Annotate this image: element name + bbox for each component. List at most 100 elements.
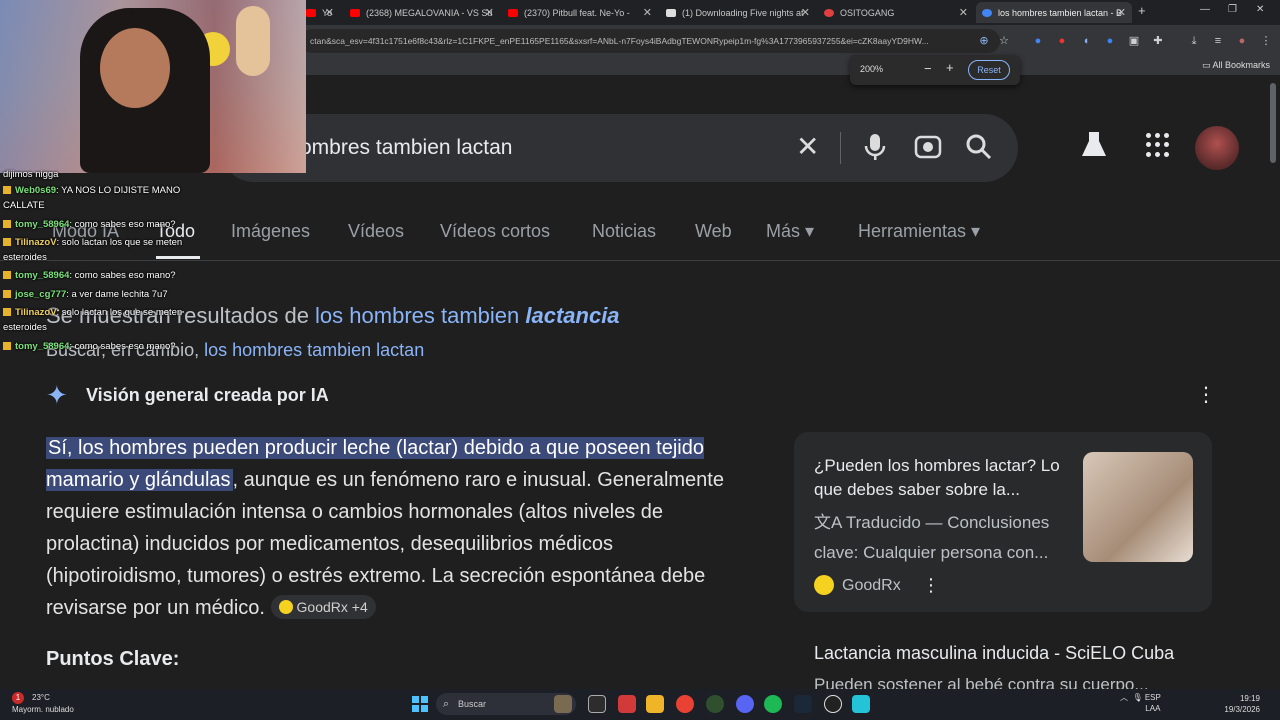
tab-videos-cortos[interactable]: Vídeos cortos <box>440 221 550 242</box>
ai-overview-text: Sí, los hombres pueden producir leche (l… <box>46 437 724 619</box>
site-icon <box>824 8 834 17</box>
source-chip[interactable]: GoodRx +4 <box>270 595 376 619</box>
zoom-icon[interactable]: ⊕ <box>978 35 990 47</box>
search-input[interactable]: ombres tambien lactan <box>300 136 512 160</box>
search-icon[interactable] <box>965 132 993 170</box>
goodrx-icon <box>814 575 834 595</box>
obs-icon[interactable] <box>824 695 842 713</box>
microphone-icon[interactable] <box>864 132 886 170</box>
chat-message: CALLATE <box>3 200 45 211</box>
source-card[interactable]: ¿Pueden los hombres lactar? Lo que debes… <box>794 432 1212 612</box>
tab-videos[interactable]: Vídeos <box>348 221 404 242</box>
youtube-icon <box>306 8 316 17</box>
browser-tab-5[interactable]: OSITOGANG ✕ <box>818 2 974 23</box>
file-explorer-icon[interactable] <box>646 695 664 713</box>
steam-icon[interactable] <box>794 695 812 713</box>
browser-tab-2[interactable]: (2368) MEGALOVANIA - VS Su ✕ <box>344 2 500 23</box>
clear-icon[interactable]: ✕ <box>796 132 819 162</box>
source-card-2-title[interactable]: Lactancia masculina inducida - SciELO Cu… <box>814 643 1174 664</box>
page-scrollbar[interactable] <box>1270 83 1276 163</box>
source-card-more-icon[interactable]: ⋮ <box>922 575 940 596</box>
search-icon: ⌕ <box>443 698 450 710</box>
taskbar-clock[interactable]: 19:19 19/3/2026 <box>1210 693 1260 715</box>
badge-icon <box>3 238 11 246</box>
new-tab-button[interactable]: + <box>1138 3 1146 18</box>
profile-icon[interactable]: ● <box>1236 35 1248 47</box>
close-tab-icon[interactable]: ✕ <box>485 6 494 19</box>
corrected-query-link[interactable]: los hombres tambien lactancia <box>315 303 620 328</box>
tab-mas[interactable]: Más ▾ <box>766 221 814 242</box>
browser-tab-1[interactable]: Yo ✕ <box>300 2 340 23</box>
bookmark-star-icon[interactable]: ☆ <box>998 35 1010 47</box>
app-icon[interactable] <box>706 695 724 713</box>
discord-icon[interactable] <box>736 695 754 713</box>
close-tab-icon[interactable]: ✕ <box>643 6 652 19</box>
minimize-button[interactable]: — <box>1200 4 1210 15</box>
google-icon <box>982 8 992 17</box>
browser-tab-3[interactable]: (2370) Pitbull feat. Ne-Yo - ✕ <box>502 2 658 23</box>
address-bar[interactable]: ctan&sca_esv=4f31c1751e6f8c43&rlz=1C1FKP… <box>300 29 1000 53</box>
browser-tab-4[interactable]: (1) Downloading Five nights at ✕ <box>660 2 816 23</box>
badge-icon <box>3 308 11 316</box>
goodrx-icon <box>278 600 293 614</box>
close-window-button[interactable]: ✕ <box>1256 4 1264 15</box>
language-indicator[interactable]: ESP LAA <box>1145 692 1161 714</box>
source-card-title[interactable]: ¿Pueden los hombres lactar? Lo que debes… <box>814 454 1074 502</box>
zoom-in-button[interactable]: + <box>946 60 954 75</box>
task-view-icon[interactable] <box>588 695 606 713</box>
close-tab-icon[interactable]: ✕ <box>1117 6 1126 19</box>
chat-message: dijimos nigga <box>3 169 59 180</box>
app-icon[interactable] <box>618 695 636 713</box>
weather-alert-icon: 1 <box>12 692 24 704</box>
spotify-icon[interactable] <box>764 695 782 713</box>
close-tab-icon[interactable]: ✕ <box>325 6 334 19</box>
tab-imagenes[interactable]: Imágenes <box>231 221 310 242</box>
extension-icon[interactable]: ● <box>1056 35 1068 47</box>
zoom-popup: 200% − + Reset <box>850 55 1020 85</box>
all-bookmarks-button[interactable]: ▭ All Bookmarks <box>1202 60 1270 71</box>
account-avatar[interactable] <box>1195 126 1239 170</box>
chat-message: esteroides <box>3 322 47 333</box>
media-icon[interactable]: ≡ <box>1212 35 1224 47</box>
widget-icon[interactable] <box>554 695 572 713</box>
key-points-heading: Puntos Clave: <box>46 648 180 670</box>
source-card-thumbnail[interactable] <box>1083 452 1193 562</box>
windows-taskbar: 1 23°C Mayorm. nublado ⌕ Buscar ︿ 🎙 ESP LAA … <box>0 689 1280 720</box>
chrome-icon[interactable] <box>676 695 694 713</box>
source-card-site[interactable]: GoodRx <box>814 575 901 595</box>
app-icon[interactable] <box>852 695 870 713</box>
download-icon[interactable]: ⤓ <box>1188 35 1200 47</box>
close-tab-icon[interactable]: ✕ <box>959 6 968 19</box>
system-tray[interactable]: ︿ 🎙 ESP LAA <box>1120 692 1161 714</box>
weather-widget[interactable]: 1 23°C Mayorm. nublado <box>12 692 74 715</box>
tab-web[interactable]: Web <box>695 221 732 242</box>
search-box[interactable]: ombres tambien lactan ✕ <box>220 114 1018 182</box>
chat-message: tomy_58964: como sabes eso mano? <box>3 269 176 282</box>
maximize-button[interactable]: ❐ <box>1228 4 1237 15</box>
tab-herramientas[interactable]: Herramientas ▾ <box>858 221 980 242</box>
zoom-out-button[interactable]: − <box>924 61 932 76</box>
windows-start-icon[interactable] <box>412 696 428 712</box>
gemini-spark-icon: ✦ <box>46 380 68 410</box>
menu-kebab-icon[interactable]: ⋮ <box>1260 35 1272 47</box>
labs-flask-icon[interactable] <box>1080 130 1108 167</box>
browser-tab-active[interactable]: los hombres tambien lactan - B ✕ <box>976 2 1132 23</box>
close-tab-icon[interactable]: ✕ <box>801 6 810 19</box>
extension-icon[interactable]: ● <box>1104 35 1116 47</box>
webcam-overlay <box>0 0 306 173</box>
original-query-link[interactable]: los hombres tambien lactan <box>204 340 424 360</box>
microphone-icon[interactable]: 🎙 <box>1132 693 1142 702</box>
extensions-puzzle-icon[interactable]: ✚ <box>1152 35 1164 47</box>
chevron-up-icon[interactable]: ︿ <box>1120 693 1128 702</box>
zoom-reset-button[interactable]: Reset <box>968 60 1010 80</box>
tab-noticias[interactable]: Noticias <box>592 221 656 242</box>
lens-camera-icon[interactable] <box>914 132 942 170</box>
source-card-snippet: 文A Traducido — Conclusiones clave: Cualq… <box>814 513 1050 562</box>
extension-icon[interactable]: ▣ <box>1128 35 1140 47</box>
more-options-icon[interactable]: ⋮ <box>1196 385 1216 405</box>
extension-icon[interactable]: ● <box>1032 35 1044 47</box>
badge-icon <box>3 290 11 298</box>
extension-icon[interactable]: ◖ <box>1080 35 1092 47</box>
chat-message: tomy_58964: como sabes eso mano? <box>3 340 176 353</box>
apps-grid-icon[interactable] <box>1146 133 1170 157</box>
